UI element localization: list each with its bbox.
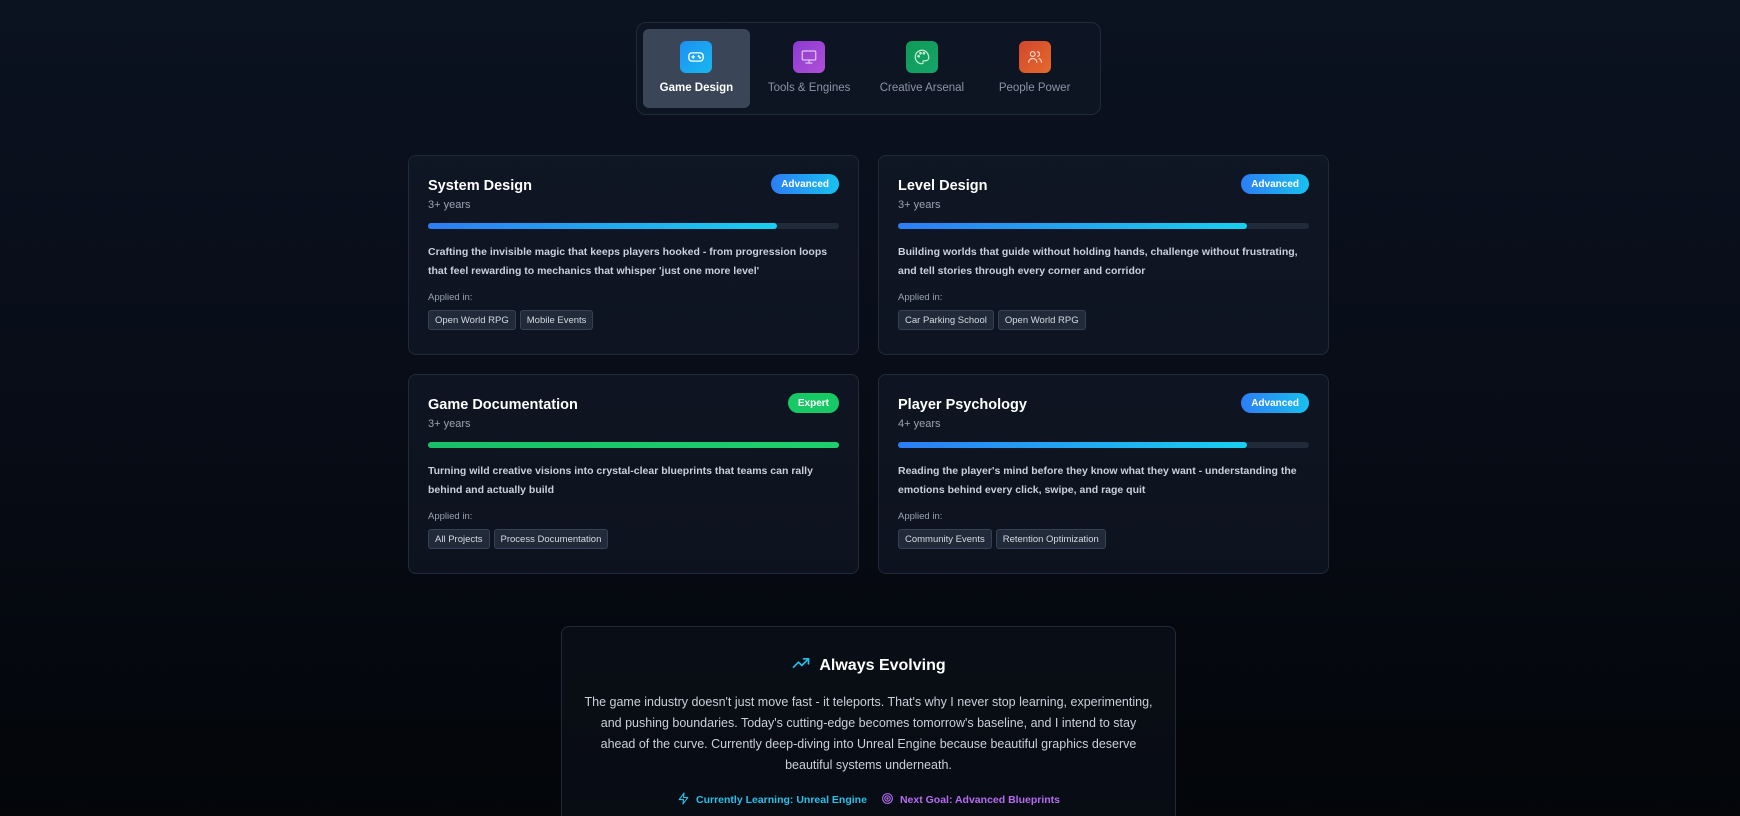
project-tags: All Projects Process Documentation xyxy=(428,529,839,549)
project-tags: Open World RPG Mobile Events xyxy=(428,310,839,330)
project-tag: Car Parking School xyxy=(898,310,994,330)
tab-label: Game Design xyxy=(659,82,734,94)
tab-label: Tools & Engines xyxy=(767,82,851,94)
skill-progress-fill xyxy=(898,442,1248,448)
skill-progress-track xyxy=(428,223,839,229)
tab-people-power[interactable]: People Power xyxy=(981,29,1088,108)
evolving-header: Always Evolving xyxy=(562,653,1175,678)
project-tag: Community Events xyxy=(898,529,992,549)
project-tag: Process Documentation xyxy=(493,529,609,549)
project-tag: Retention Optimization xyxy=(995,529,1106,549)
skill-level-badge: Advanced xyxy=(1241,174,1309,194)
trending-up-icon xyxy=(791,653,811,678)
skill-card-system-design: System Design 3+ years Advanced Crafting… xyxy=(408,155,859,355)
skill-years: 3+ years xyxy=(428,199,471,211)
skill-description: Reading the player's mind before they kn… xyxy=(898,465,1297,496)
skill-description: Crafting the invisible magic that keeps … xyxy=(428,246,828,277)
tab-creative-arsenal[interactable]: Creative Arsenal xyxy=(869,29,976,108)
tab-label: Creative Arsenal xyxy=(879,82,965,94)
tab-game-design[interactable]: Game Design xyxy=(643,29,750,108)
project-tags: Community Events Retention Optimization xyxy=(898,529,1309,549)
gamepad-icon xyxy=(680,41,713,73)
users-icon xyxy=(1018,41,1051,73)
project-tag: Open World RPG xyxy=(997,310,1086,330)
skill-progress-track xyxy=(898,442,1309,448)
skill-progress-track xyxy=(898,223,1309,229)
evolving-text: The game industry doesn't just move fast… xyxy=(584,695,1153,772)
skill-progress-fill xyxy=(428,442,839,448)
skill-years: 3+ years xyxy=(898,199,941,211)
skill-years: 4+ years xyxy=(898,418,941,430)
skill-card-level-design: Level Design 3+ years Advanced Building … xyxy=(878,155,1329,355)
skill-years: 3+ years xyxy=(428,418,471,430)
lightning-icon xyxy=(677,792,690,808)
evolving-title: Always Evolving xyxy=(819,656,946,674)
currently-learning-text: Currently Learning: Unreal Engine xyxy=(695,794,867,806)
project-tag: Mobile Events xyxy=(519,310,594,330)
skill-level-badge: Expert xyxy=(787,393,839,413)
tab-label: People Power xyxy=(998,82,1071,94)
skill-description: Turning wild creative visions into cryst… xyxy=(428,465,813,496)
skill-category-tabs: Game Design Tools & Engines Creative Ars… xyxy=(636,22,1101,115)
currently-learning: Currently Learning: Unreal Engine xyxy=(677,792,867,808)
tab-tools-engines[interactable]: Tools & Engines xyxy=(756,29,863,108)
applied-in-label: Applied in: xyxy=(428,511,473,522)
always-evolving-panel: Always Evolving The game industry doesn'… xyxy=(561,626,1176,816)
next-goal-text: Next Goal: Advanced Blueprints xyxy=(899,794,1060,806)
skill-progress-fill xyxy=(898,223,1248,229)
project-tags: Car Parking School Open World RPG xyxy=(898,310,1309,330)
skill-title: Game Documentation xyxy=(428,397,578,413)
palette-icon xyxy=(905,41,938,73)
target-icon xyxy=(881,792,894,808)
project-tag: Open World RPG xyxy=(428,310,516,330)
skill-description: Building worlds that guide without holdi… xyxy=(898,246,1298,277)
monitor-icon xyxy=(793,41,826,73)
skill-level-badge: Advanced xyxy=(771,174,839,194)
skill-level-badge: Advanced xyxy=(1241,393,1309,413)
skill-card-game-documentation: Game Documentation 3+ years Expert Turni… xyxy=(408,374,859,574)
skill-progress-fill xyxy=(428,223,778,229)
skill-progress-track xyxy=(428,442,839,448)
applied-in-label: Applied in: xyxy=(898,511,943,522)
project-tag: All Projects xyxy=(428,529,490,549)
skill-card-player-psychology: Player Psychology 4+ years Advanced Read… xyxy=(878,374,1329,574)
evolving-footer: Currently Learning: Unreal Engine Next G… xyxy=(562,792,1175,808)
applied-in-label: Applied in: xyxy=(428,292,473,303)
next-goal: Next Goal: Advanced Blueprints xyxy=(881,792,1060,808)
applied-in-label: Applied in: xyxy=(898,292,943,303)
